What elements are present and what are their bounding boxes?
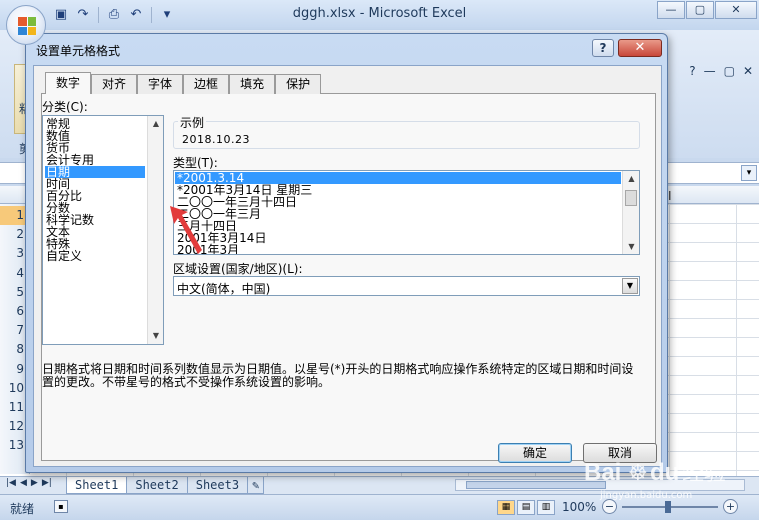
expand-formula-bar-icon[interactable]: ▾: [741, 165, 757, 181]
annotation-arrow-icon: [170, 206, 202, 254]
svg-text:经验: 经验: [682, 461, 726, 486]
type-item[interactable]: 二〇〇一年三月: [175, 208, 621, 220]
first-sheet-icon[interactable]: |◀: [6, 478, 16, 488]
workbook-restore-button[interactable]: ▢: [724, 64, 735, 78]
sheet-tab-2[interactable]: Sheet2: [126, 477, 188, 494]
window-controls: — ▢ ✕: [656, 1, 757, 19]
sheet-navigation: |◀ ◀ ▶ ▶|: [6, 478, 52, 488]
scroll-up-icon[interactable]: ▲: [148, 117, 164, 131]
zoom-level[interactable]: 100%: [562, 500, 596, 514]
sample-value: 2018.10.23: [182, 133, 250, 146]
sheet-tab-3[interactable]: Sheet3: [186, 477, 249, 494]
workbook-minimize-button[interactable]: —: [704, 64, 716, 78]
ribbon-controls: ? — ▢ ✕: [689, 64, 753, 78]
dialog-title: 设置单元格格式: [36, 44, 121, 58]
tab-border[interactable]: 边框: [183, 74, 230, 94]
next-sheet-icon[interactable]: ▶: [31, 478, 38, 488]
redo-icon[interactable]: ↷: [74, 6, 92, 24]
previous-sheet-icon[interactable]: ◀: [20, 478, 27, 488]
tab-fill[interactable]: 填充: [229, 74, 276, 94]
dialog-help-button[interactable]: ?: [592, 39, 614, 57]
locale-label: 区域设置(国家/地区)(L):: [173, 262, 303, 276]
minimize-button[interactable]: —: [657, 1, 685, 19]
type-label: 类型(T):: [173, 156, 218, 170]
zoom-in-icon[interactable]: +: [723, 499, 738, 514]
dialog-tabs: 数字 对齐 字体 边框 填充 保护: [45, 72, 322, 94]
svg-text:Bai: Bai: [584, 459, 621, 486]
toolbar-separator: [151, 7, 152, 23]
tab-font[interactable]: 字体: [137, 74, 184, 94]
print-preview-icon[interactable]: ⎙: [105, 6, 123, 24]
scroll-up-icon[interactable]: ▲: [623, 172, 639, 185]
watermark-url: jingyan.baidu.com: [600, 490, 693, 501]
office-button[interactable]: [6, 5, 46, 45]
svg-text:du: du: [650, 459, 679, 486]
office-logo-icon: [18, 17, 36, 35]
type-item[interactable]: 2001年3月: [175, 244, 621, 254]
scrollbar-thumb[interactable]: [625, 190, 637, 206]
tab-alignment[interactable]: 对齐: [91, 74, 138, 94]
close-window-button[interactable]: ✕: [715, 1, 757, 19]
type-item[interactable]: 2001年3月14日: [175, 232, 621, 244]
save-icon[interactable]: ▣: [52, 6, 70, 24]
ok-button[interactable]: 确定: [498, 443, 572, 463]
sample-label: 示例: [178, 114, 207, 131]
locale-dropdown[interactable]: 中文(简体，中国) ▼: [173, 276, 640, 296]
workbook-close-button[interactable]: ✕: [743, 64, 753, 78]
scroll-down-icon[interactable]: ▼: [623, 240, 639, 253]
help-icon[interactable]: ?: [689, 64, 695, 78]
status-text: 就绪: [10, 502, 35, 516]
insert-sheet-icon[interactable]: ✎: [247, 477, 265, 494]
zoom-out-icon[interactable]: −: [602, 499, 617, 514]
last-sheet-icon[interactable]: ▶|: [42, 478, 52, 488]
column-header-i[interactable]: I: [668, 189, 672, 203]
scroll-down-icon[interactable]: ▼: [148, 329, 164, 343]
tab-number[interactable]: 数字: [45, 72, 92, 94]
category-list[interactable]: 常规 数值 货币 会计专用 日期 时间 百分比 分数 科学记数 文本 特殊 自定义 ▲ ▼: [42, 115, 164, 345]
sheet-tabs: Sheet1 Sheet2 Sheet3 ✎: [66, 477, 265, 494]
undo-icon[interactable]: ↶: [127, 6, 145, 24]
view-buttons: ▦ ▤ ▥: [497, 500, 555, 515]
type-scrollbar[interactable]: ▲ ▼: [622, 171, 639, 254]
category-label: 分类(C):: [42, 100, 88, 114]
page-layout-view-icon[interactable]: ▤: [517, 500, 535, 515]
type-list[interactable]: *2001.3.14 *2001年3月14日 星期三 二〇〇一年三月十四日 二〇〇一年…: [173, 170, 640, 255]
category-scrollbar[interactable]: ▲ ▼: [147, 116, 163, 344]
tab-protection[interactable]: 保护: [275, 74, 322, 94]
macro-record-icon[interactable]: ▪: [54, 500, 68, 513]
category-item[interactable]: 自定义: [45, 250, 145, 262]
format-description: 日期格式将日期和时间系列数值显示为日期值。以星号(*)开头的日期格式响应操作系统…: [42, 362, 634, 389]
zoom-slider-thumb[interactable]: [665, 501, 671, 513]
locale-value: 中文(简体，中国): [177, 282, 271, 296]
format-cells-dialog: 设置单元格格式 ? ✕ 数字 对齐 字体 边框 填充 保护 分类(C): 常规数…: [25, 33, 668, 473]
dialog-close-button[interactable]: ✕: [618, 39, 662, 57]
sheet-tab-1[interactable]: Sheet1: [66, 477, 128, 494]
toolbar-separator: [98, 7, 99, 23]
maximize-button[interactable]: ▢: [686, 1, 714, 19]
chevron-down-icon[interactable]: ▼: [622, 278, 638, 294]
page-break-view-icon[interactable]: ▥: [537, 500, 555, 515]
customize-icon[interactable]: ▾: [158, 6, 176, 24]
quick-access-toolbar: ▣ ↷ ⎙ ↶ ▾: [52, 5, 176, 25]
normal-view-icon[interactable]: ▦: [497, 500, 515, 515]
svg-text:☸: ☸: [628, 460, 648, 485]
